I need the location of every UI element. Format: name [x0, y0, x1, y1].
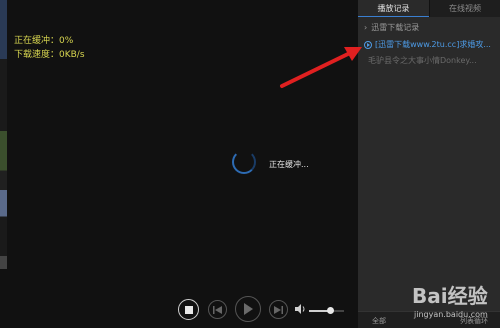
- red-annotation-arrow: [280, 47, 362, 88]
